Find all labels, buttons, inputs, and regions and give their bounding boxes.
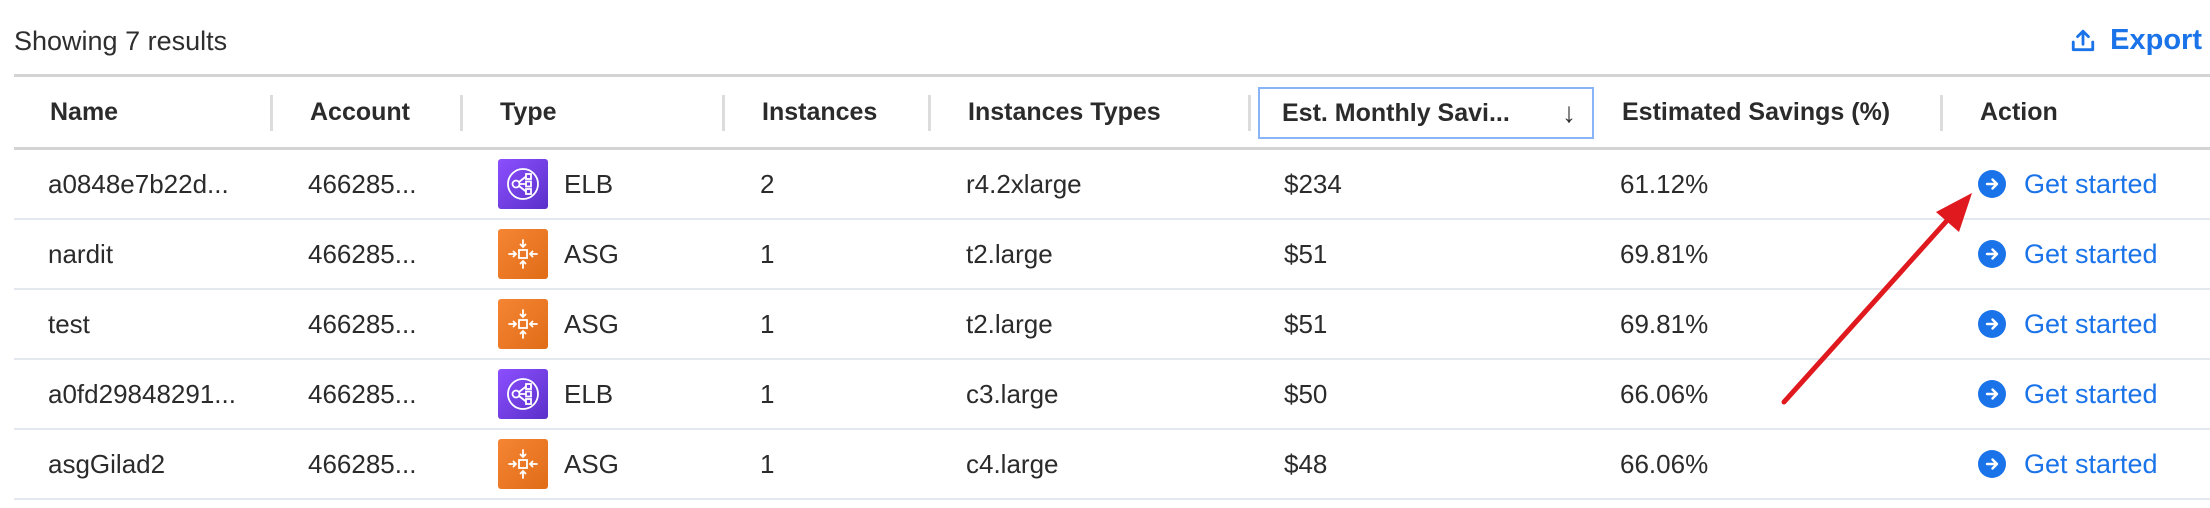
column-resize-handle[interactable] <box>928 95 931 131</box>
get-started-label: Get started <box>2024 238 2158 269</box>
cell-instances: 1 <box>760 238 775 269</box>
cell-instance-types: c3.large <box>966 378 1059 409</box>
cell-instances: 1 <box>760 448 775 479</box>
column-header-name[interactable]: Name <box>50 77 118 147</box>
get-started-label: Get started <box>2024 448 2158 479</box>
cell-action: Get started <box>1978 220 2158 288</box>
cell-est-monthly-savings: $50 <box>1284 378 1328 409</box>
type-label: ASG <box>564 448 619 479</box>
column-resize-handle[interactable] <box>460 95 463 131</box>
cell-est-monthly-savings: $234 <box>1284 168 1342 199</box>
cell-type: ASG <box>498 290 619 358</box>
get-started-label: Get started <box>2024 308 2158 339</box>
column-header-action[interactable]: Action <box>1980 77 2058 147</box>
column-header-estimated-savings-pct[interactable]: Estimated Savings (%) <box>1622 77 1890 147</box>
column-header-instance-types[interactable]: Instances Types <box>968 77 1161 147</box>
cell-account: 466285... <box>308 308 417 339</box>
arrow-right-circle-icon <box>1978 170 2006 198</box>
column-header-est-monthly-savings[interactable]: Est. Monthly Savi... ↓ <box>1258 87 1594 139</box>
column-header-label: Est. Monthly Savi... <box>1282 98 1510 127</box>
get-started-button[interactable]: Get started <box>1978 379 2158 410</box>
get-started-button[interactable]: Get started <box>1978 449 2158 480</box>
cell-action: Get started <box>1978 150 2158 218</box>
asg-icon <box>498 439 548 489</box>
export-icon <box>2071 29 2095 51</box>
cell-estimated-savings-pct: 66.06% <box>1620 448 1709 479</box>
cell-name: test <box>48 308 90 339</box>
cell-estimated-savings-pct: 61.12% <box>1620 168 1709 199</box>
cell-name: a0fd29848291... <box>48 378 236 409</box>
cell-name: asgGilad2 <box>48 448 166 479</box>
arrow-right-circle-icon <box>1978 310 2006 338</box>
export-button[interactable]: Export <box>2070 24 2202 57</box>
column-header-instances[interactable]: Instances <box>762 77 877 147</box>
table-toolbar: Showing 7 results Export <box>0 0 2210 74</box>
table-row: a0fd29848291... 466285... ELB 1 c3.large… <box>14 360 2210 430</box>
column-resize-handle[interactable] <box>1940 95 1943 131</box>
cell-instances: 2 <box>760 168 775 199</box>
arrow-right-circle-icon <box>1978 240 2006 268</box>
cell-estimated-savings-pct: 66.06% <box>1620 378 1709 409</box>
results-count: Showing 7 results <box>14 26 228 56</box>
cell-account: 466285... <box>308 448 417 479</box>
type-label: ELB <box>564 378 614 409</box>
cell-account: 466285... <box>308 168 417 199</box>
asg-icon <box>498 229 548 279</box>
table-row: asgGilad2 466285... ASG 1 c4.large $48 6… <box>14 430 2210 500</box>
get-started-button[interactable]: Get started <box>1978 309 2158 340</box>
get-started-label: Get started <box>2024 168 2158 199</box>
recommendations-table: Name Account Type Instances Instances Ty… <box>14 74 2210 500</box>
cell-type: ELB <box>498 360 613 428</box>
table-row: test 466285... ASG 1 t2.large $51 69.81%… <box>14 290 2210 360</box>
arrow-right-circle-icon <box>1978 380 2006 408</box>
cell-instance-types: c4.large <box>966 448 1059 479</box>
get-started-button[interactable]: Get started <box>1978 239 2158 270</box>
get-started-button[interactable]: Get started <box>1978 169 2158 200</box>
cell-action: Get started <box>1978 430 2158 498</box>
arrow-right-circle-icon <box>1978 450 2006 478</box>
cell-est-monthly-savings: $51 <box>1284 308 1328 339</box>
cell-instance-types: t2.large <box>966 238 1053 269</box>
recommendations-page: Showing 7 results Export Name Account Ty… <box>0 0 2210 508</box>
cell-name: nardit <box>48 238 114 269</box>
elb-icon <box>498 159 548 209</box>
column-resize-handle[interactable] <box>722 95 725 131</box>
cell-type: ASG <box>498 430 619 498</box>
column-header-type[interactable]: Type <box>500 77 557 147</box>
column-resize-handle[interactable] <box>270 95 273 131</box>
cell-type: ASG <box>498 220 619 288</box>
table-body: a0848e7b22d... 466285... ELB 2 r4.2xlarg… <box>14 150 2210 500</box>
asg-icon <box>498 299 548 349</box>
cell-account: 466285... <box>308 238 417 269</box>
cell-instance-types: t2.large <box>966 308 1053 339</box>
cell-account: 466285... <box>308 378 417 409</box>
cell-type: ELB <box>498 150 613 218</box>
cell-instances: 1 <box>760 308 775 339</box>
column-resize-handle[interactable] <box>1248 95 1251 131</box>
table-header: Name Account Type Instances Instances Ty… <box>14 74 2210 150</box>
column-header-account[interactable]: Account <box>310 77 410 147</box>
cell-est-monthly-savings: $48 <box>1284 448 1328 479</box>
cell-estimated-savings-pct: 69.81% <box>1620 308 1709 339</box>
table-row: nardit 466285... ASG 1 t2.large $51 69.8… <box>14 220 2210 290</box>
cell-instance-types: r4.2xlarge <box>966 168 1082 199</box>
cell-instances: 1 <box>760 378 775 409</box>
type-label: ASG <box>564 238 619 269</box>
cell-name: a0848e7b22d... <box>48 168 229 199</box>
get-started-label: Get started <box>2024 378 2158 409</box>
cell-est-monthly-savings: $51 <box>1284 238 1328 269</box>
table-row: a0848e7b22d... 466285... ELB 2 r4.2xlarg… <box>14 150 2210 220</box>
type-label: ASG <box>564 308 619 339</box>
cell-action: Get started <box>1978 360 2158 428</box>
sort-descending-icon[interactable]: ↓ <box>1562 97 1576 129</box>
cell-estimated-savings-pct: 69.81% <box>1620 238 1709 269</box>
cell-action: Get started <box>1978 290 2158 358</box>
elb-icon <box>498 369 548 419</box>
export-label: Export <box>2110 24 2202 56</box>
type-label: ELB <box>564 168 614 199</box>
